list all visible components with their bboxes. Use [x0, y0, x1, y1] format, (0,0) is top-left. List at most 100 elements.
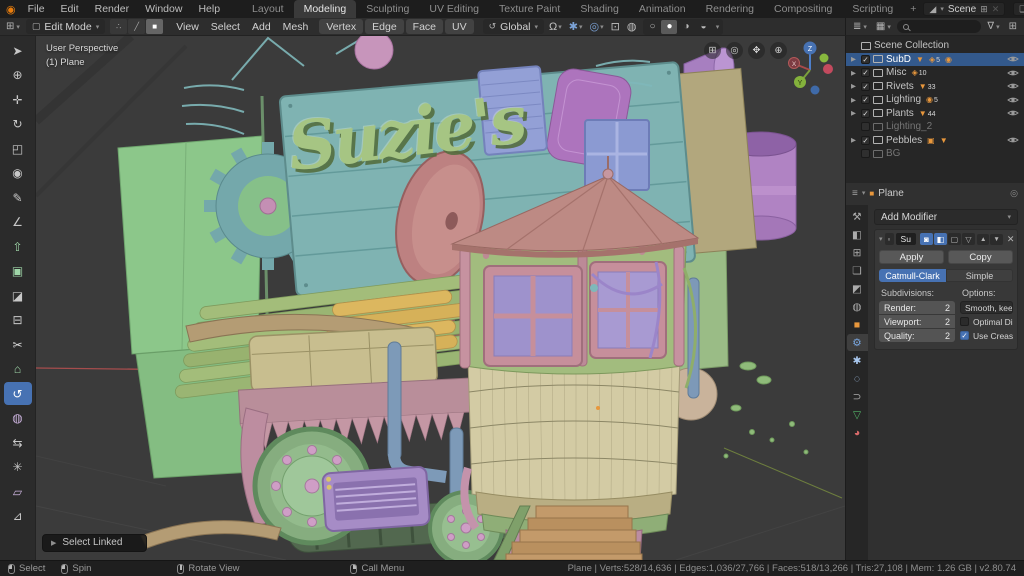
tab-scripting[interactable]: Scripting: [842, 0, 903, 18]
uv-smooth-dropdown[interactable]: Smooth, keep c... ▾: [960, 301, 1013, 314]
collection-checkbox[interactable]: ✓: [861, 54, 870, 64]
collection-checkbox[interactable]: ✓: [861, 135, 870, 145]
outliner-item-lighting_2[interactable]: Lighting_2: [846, 120, 1024, 134]
eye-icon[interactable]: [1007, 82, 1019, 90]
element-menu-edge[interactable]: Edge: [365, 19, 404, 34]
edge-select-button[interactable]: ╱: [128, 19, 146, 34]
properties-tab-render[interactable]: ◧: [847, 226, 868, 243]
collapse-triangle-icon[interactable]: ▾: [879, 235, 883, 243]
gizmo-toggle[interactable]: ⊡: [609, 20, 622, 33]
delete-modifier-button[interactable]: ✕: [1007, 234, 1015, 245]
tool-spin[interactable]: ↺: [3, 382, 32, 405]
filter-button[interactable]: ∇ ▾: [984, 21, 1002, 32]
properties-editor-icon[interactable]: ≡: [852, 188, 858, 199]
tab-compositing[interactable]: Compositing: [764, 0, 842, 18]
properties-tab-world[interactable]: ◍: [847, 298, 868, 315]
properties-tab-particles[interactable]: ✱: [847, 352, 868, 369]
subd-type-simple[interactable]: Simple: [946, 269, 1013, 282]
element-menu-uv[interactable]: UV: [445, 19, 474, 34]
add-modifier-dropdown[interactable]: Add Modifier ▾: [874, 209, 1018, 225]
field-viewport[interactable]: Viewport: 2: [879, 315, 955, 328]
menu-render[interactable]: Render: [87, 0, 137, 18]
outliner-item-misc[interactable]: ▶ ✓ Misc ◈ 10: [846, 66, 1024, 80]
cage-visibility-toggle[interactable]: ▽: [961, 233, 975, 245]
properties-tab-material[interactable]: ◕: [847, 424, 868, 441]
collection-checkbox[interactable]: ✓: [861, 108, 870, 118]
element-menu-face[interactable]: Face: [405, 19, 444, 34]
new-collection-button[interactable]: ⊞: [1006, 21, 1020, 32]
expand-icon[interactable]: ▶: [851, 109, 858, 117]
tool-edge-slide[interactable]: ⇆: [4, 431, 32, 454]
collection-checkbox[interactable]: ✓: [861, 95, 870, 105]
tab-shading[interactable]: Shading: [570, 0, 629, 18]
tool-inset-faces[interactable]: ▣: [4, 260, 32, 283]
outliner-item-plants[interactable]: ▶ ✓ Plants ▼ 44: [846, 107, 1024, 121]
expand-icon[interactable]: ▶: [851, 96, 858, 104]
tool-measure[interactable]: ∠: [4, 211, 32, 234]
eye-icon[interactable]: [1007, 55, 1019, 63]
menu-window[interactable]: Window: [137, 0, 190, 18]
tool-cursor[interactable]: ⊕: [4, 64, 32, 87]
properties-tab-physics[interactable]: ◌: [847, 370, 868, 387]
tool-annotate[interactable]: ✎: [4, 186, 32, 209]
menu-edit[interactable]: Edit: [53, 0, 87, 18]
modifier-name[interactable]: Su: [895, 233, 916, 245]
pin-icon[interactable]: ◎: [1010, 188, 1018, 199]
tool-extrude-region[interactable]: ⇧: [4, 235, 32, 258]
material-shading-button[interactable]: ◑: [678, 20, 694, 34]
blender-logo-icon[interactable]: ◉: [6, 3, 16, 16]
outliner-root-row[interactable]: Scene Collection: [846, 39, 1024, 53]
tool-poly-build[interactable]: ⌂: [4, 358, 32, 381]
scene-selector[interactable]: ◢ ▾ Scene ⊞ ✕: [923, 2, 1006, 16]
viewport-visibility-toggle[interactable]: ◧: [933, 233, 947, 245]
properties-tab-object-data[interactable]: ▽: [847, 406, 868, 423]
properties-tab-object[interactable]: ■: [847, 316, 868, 333]
subd-type-catmull-clark[interactable]: Catmull-Clark: [879, 269, 946, 282]
use-creases-row[interactable]: ✓ Use Creases: [960, 329, 1013, 342]
wireframe-shading-button[interactable]: ○: [644, 20, 660, 34]
outliner-item-bg[interactable]: BG: [846, 147, 1024, 161]
tool-knife[interactable]: ✂: [4, 333, 32, 356]
collection-checkbox[interactable]: [861, 122, 870, 132]
tab-uv-editing[interactable]: UV Editing: [419, 0, 489, 18]
tool-scale[interactable]: ◰: [4, 137, 32, 160]
tab-texture-paint[interactable]: Texture Paint: [489, 0, 570, 18]
tool-loop-cut[interactable]: ⊟: [4, 309, 32, 332]
pan-view-button[interactable]: ✥: [748, 42, 765, 59]
properties-tab-scene[interactable]: ◩: [847, 280, 868, 297]
properties-tab-constraints[interactable]: ⊃: [847, 388, 868, 405]
viewport-menu-view[interactable]: View: [170, 18, 205, 36]
new-scene-icon[interactable]: ⊞: [980, 4, 988, 15]
eye-icon[interactable]: [1007, 109, 1019, 117]
solid-shading-button[interactable]: ●: [661, 19, 678, 34]
tool-smooth[interactable]: ◍: [4, 407, 32, 430]
outliner-editor-type-button[interactable]: ≣ ▾: [850, 21, 870, 32]
collection-checkbox[interactable]: [861, 149, 870, 159]
eye-icon[interactable]: [1007, 96, 1019, 104]
tool-shear[interactable]: ▱: [4, 480, 32, 503]
menu-file[interactable]: File: [20, 0, 53, 18]
properties-tab-tool[interactable]: ⚒: [847, 208, 868, 225]
zoom-view-button[interactable]: ⊕: [770, 42, 787, 59]
navigation-gizmo[interactable]: Z X Y: [787, 38, 833, 100]
proportional-editing-button[interactable]: ✱ ▾: [567, 20, 585, 33]
tab-layout[interactable]: Layout: [242, 0, 294, 18]
outliner-search-input[interactable]: [896, 20, 982, 33]
tool-rotate[interactable]: ↻: [4, 113, 32, 136]
perspective-toggle-button[interactable]: ⊞: [704, 42, 721, 59]
redo-panel[interactable]: ▶ Select Linked: [42, 534, 148, 552]
field-quality[interactable]: Quality: 2: [879, 329, 955, 342]
collection-checkbox[interactable]: ✓: [861, 68, 870, 78]
vertex-select-button[interactable]: ∴: [110, 19, 128, 34]
expand-icon[interactable]: ▶: [851, 82, 858, 90]
element-menu-vertex[interactable]: Vertex: [319, 19, 364, 34]
unlink-scene-icon[interactable]: ✕: [992, 4, 1000, 15]
overlays-toggle[interactable]: ◍: [625, 20, 639, 33]
menu-help[interactable]: Help: [190, 0, 228, 18]
expand-icon[interactable]: ▶: [851, 69, 858, 77]
properties-tab-output[interactable]: ⊞: [847, 244, 868, 261]
tool-tweak-select[interactable]: ➤: [4, 39, 32, 62]
expand-icon[interactable]: ▶: [851, 136, 858, 144]
outliner-item-pebbles[interactable]: ▶ ✓ Pebbles ▣ ▼: [846, 134, 1024, 148]
tab-sculpting[interactable]: Sculpting: [356, 0, 419, 18]
